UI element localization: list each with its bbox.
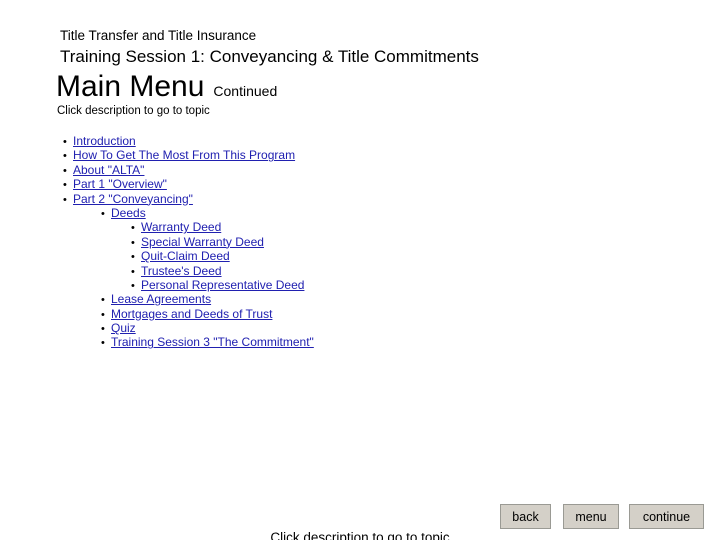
list-item[interactable]: • Part 2 "Conveyancing" <box>53 192 653 206</box>
list-item[interactable]: • Deeds <box>53 206 653 220</box>
menu-list: • Introduction • How To Get The Most Fro… <box>53 134 653 350</box>
menu-link[interactable]: Quit-Claim Deed <box>141 249 230 263</box>
menu-link[interactable]: How To Get The Most From This Program <box>73 148 295 162</box>
bullet-icon: • <box>131 236 135 249</box>
list-item[interactable]: • Lease Agreements <box>53 292 653 306</box>
menu-link[interactable]: Warranty Deed <box>141 220 221 234</box>
bullet-icon: • <box>63 136 67 148</box>
list-item[interactable]: • Training Session 3 "The Commitment" <box>53 335 653 349</box>
list-item[interactable]: • Quiz <box>53 321 653 335</box>
menu-link[interactable]: Part 2 "Conveyancing" <box>73 192 193 206</box>
menu-link[interactable]: Deeds <box>111 206 146 220</box>
menu-link[interactable]: Special Warranty Deed <box>141 235 264 249</box>
menu-button[interactable]: menu <box>563 504 619 529</box>
list-item[interactable]: • Introduction <box>53 134 653 148</box>
menu-link[interactable]: About "ALTA" <box>73 163 144 177</box>
menu-link[interactable]: Part 1 "Overview" <box>73 177 167 191</box>
list-item[interactable]: • Part 1 "Overview" <box>53 177 653 191</box>
menu-link[interactable]: Trustee's Deed <box>141 264 222 278</box>
list-item[interactable]: • Personal Representative Deed <box>53 278 653 292</box>
back-button[interactable]: back <box>500 504 551 529</box>
list-item[interactable]: • Special Warranty Deed <box>53 235 653 249</box>
bullet-icon: • <box>63 193 67 206</box>
bullet-icon: • <box>101 337 105 350</box>
list-item[interactable]: • Trustee's Deed <box>53 264 653 278</box>
page-title-main: Main Menu <box>56 70 205 103</box>
menu-link[interactable]: Personal Representative Deed <box>141 278 304 292</box>
bullet-icon: • <box>101 308 105 321</box>
list-item[interactable]: • Mortgages and Deeds of Trust <box>53 307 653 321</box>
bullet-icon: • <box>63 179 67 192</box>
continue-button[interactable]: continue <box>629 504 704 529</box>
menu-link[interactable]: Lease Agreements <box>111 292 211 306</box>
bullet-icon: • <box>101 323 105 336</box>
bullet-icon: • <box>131 265 135 278</box>
course-title: Title Transfer and Title Insurance <box>60 28 257 43</box>
bullet-icon: • <box>63 150 67 163</box>
footer-instruction: Click description to go to topic <box>270 530 450 540</box>
menu-link[interactable]: Training Session 3 "The Commitment" <box>111 335 314 349</box>
list-item[interactable]: • About "ALTA" <box>53 163 653 177</box>
bullet-icon: • <box>131 279 135 292</box>
bullet-icon: • <box>131 251 135 264</box>
page-title-continued: Continued <box>213 83 278 99</box>
bullet-icon: • <box>101 207 105 220</box>
menu-link[interactable]: Introduction <box>73 134 136 148</box>
menu-link[interactable]: Quiz <box>111 321 136 335</box>
session-title: Training Session 1: Conveyancing & Title… <box>60 47 479 66</box>
page-title: Main Menu Continued <box>56 69 277 105</box>
bullet-icon: • <box>63 164 67 177</box>
menu-link[interactable]: Mortgages and Deeds of Trust <box>111 307 272 321</box>
navigation-bar: back menu continue <box>0 504 720 530</box>
bullet-icon: • <box>101 294 105 307</box>
list-item[interactable]: • Quit-Claim Deed <box>53 249 653 263</box>
bullet-icon: • <box>131 222 135 235</box>
list-item[interactable]: • Warranty Deed <box>53 220 653 234</box>
instruction-text: Click description to go to topic <box>57 105 210 117</box>
list-item[interactable]: • How To Get The Most From This Program <box>53 148 653 162</box>
slide: Title Transfer and Title Insurance Train… <box>0 0 720 540</box>
